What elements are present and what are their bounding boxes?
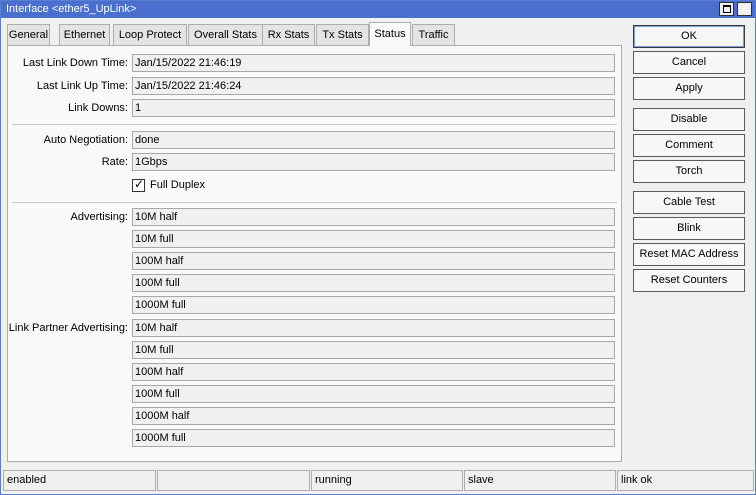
close-icon: ✕ — [740, 2, 751, 16]
auto-negotiation-field[interactable]: done — [132, 131, 615, 149]
rate-field[interactable]: 1Gbps — [132, 153, 615, 171]
apply-button[interactable]: Apply — [633, 77, 745, 100]
tab-status[interactable]: Status — [369, 22, 411, 46]
advertising-field[interactable]: 10M half — [132, 208, 615, 226]
link-partner-advertising-field[interactable]: 1000M full — [132, 429, 615, 447]
maximize-icon — [723, 5, 731, 13]
reset-mac-address-button[interactable]: Reset MAC Address — [633, 243, 745, 266]
checkmark-icon: ✓ — [134, 177, 145, 191]
separator — [12, 202, 617, 203]
tab-general[interactable]: General — [7, 24, 50, 45]
link-partner-advertising-field[interactable]: 10M full — [132, 341, 615, 359]
status-bar: enabled running slave link ok — [3, 470, 755, 491]
cable-test-button[interactable]: Cable Test — [633, 191, 745, 214]
interface-window: Interface <ether5_UpLink> ✕ General Ethe… — [0, 0, 756, 495]
disable-button[interactable]: Disable — [633, 108, 745, 131]
separator — [12, 124, 617, 125]
tab-traffic[interactable]: Traffic — [412, 24, 455, 45]
blink-button[interactable]: Blink — [633, 217, 745, 240]
link-partner-advertising-field[interactable]: 10M half — [132, 319, 615, 337]
link-downs-label: Link Downs: — [68, 102, 128, 114]
full-duplex-label: Full Duplex — [150, 179, 206, 191]
advertising-label: Advertising: — [70, 211, 128, 223]
tab-loop-protect[interactable]: Loop Protect — [113, 24, 187, 45]
status-panel: Last Link Down Time: Jan/15/2022 21:46:1… — [7, 45, 622, 462]
status-empty — [157, 470, 310, 491]
tab-rx-stats[interactable]: Rx Stats — [262, 24, 315, 45]
status-enabled: enabled — [3, 470, 156, 491]
link-partner-advertising-label: Link Partner Advertising: — [8, 322, 128, 334]
advertising-field[interactable]: 10M full — [132, 230, 615, 248]
close-button[interactable]: ✕ — [737, 2, 752, 16]
link-partner-advertising-field[interactable]: 1000M half — [132, 407, 615, 425]
link-partner-advertising-field[interactable]: 100M half — [132, 363, 615, 381]
last-link-up-field[interactable]: Jan/15/2022 21:46:24 — [132, 77, 615, 95]
status-slave: slave — [464, 470, 616, 491]
tab-tx-stats[interactable]: Tx Stats — [316, 24, 369, 45]
reset-counters-button[interactable]: Reset Counters — [633, 269, 745, 292]
window-title: Interface <ether5_UpLink> — [6, 3, 137, 15]
cancel-button[interactable]: Cancel — [633, 51, 745, 74]
status-running: running — [311, 470, 463, 491]
advertising-field[interactable]: 100M half — [132, 252, 615, 270]
status-link-ok: link ok — [617, 470, 754, 491]
link-downs-field[interactable]: 1 — [132, 99, 615, 117]
ok-button[interactable]: OK — [633, 25, 745, 48]
full-duplex-checkbox[interactable]: ✓ — [132, 177, 145, 192]
tab-overall-stats[interactable]: Overall Stats — [188, 24, 263, 45]
comment-button[interactable]: Comment — [633, 134, 745, 157]
link-partner-advertising-field[interactable]: 100M full — [132, 385, 615, 403]
auto-negotiation-label: Auto Negotiation: — [43, 134, 128, 146]
last-link-down-label: Last Link Down Time: — [22, 57, 128, 69]
rate-label: Rate: — [101, 156, 128, 168]
advertising-field[interactable]: 1000M full — [132, 296, 615, 314]
last-link-up-label: Last Link Up Time: — [36, 80, 128, 92]
title-bar[interactable]: Interface <ether5_UpLink> ✕ — [1, 1, 755, 18]
torch-button[interactable]: Torch — [633, 160, 745, 183]
maximize-button[interactable] — [719, 2, 734, 16]
tab-ethernet[interactable]: Ethernet — [59, 24, 110, 45]
advertising-field[interactable]: 100M full — [132, 274, 615, 292]
last-link-down-field[interactable]: Jan/15/2022 21:46:19 — [132, 54, 615, 72]
